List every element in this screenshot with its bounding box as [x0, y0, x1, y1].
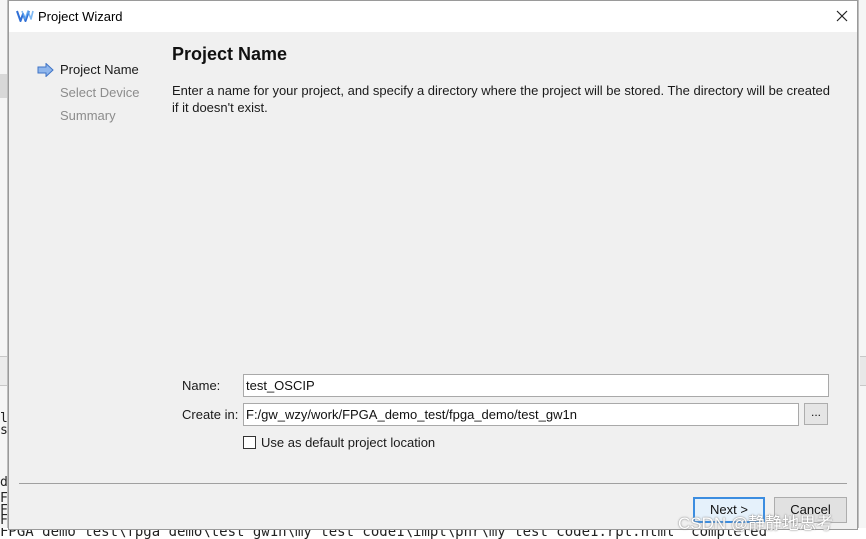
name-label: Name:	[182, 378, 221, 393]
gowin-logo-icon	[16, 10, 34, 22]
background-text-fragment: d	[0, 475, 8, 490]
dialog-title: Project Wizard	[38, 9, 123, 24]
browse-button[interactable]: ...	[804, 403, 828, 425]
step-label: Summary	[60, 108, 116, 123]
background-app-right-edge	[858, 0, 866, 539]
step-label: Project Name	[60, 62, 139, 77]
background-text-fragment: s	[0, 423, 8, 438]
wizard-steps: Project Name Select Device Summary	[37, 61, 167, 130]
default-location-checkbox[interactable]	[243, 436, 256, 449]
page-title: Project Name	[172, 44, 288, 64]
create-in-input[interactable]: F:/gw_wzy/work/FPGA_demo_test/fpga_demo/…	[243, 403, 799, 426]
background-panel-block	[0, 74, 7, 98]
screen: l s d F F F FPGA_demo_test\fpga_demo\tes…	[0, 0, 866, 539]
step-summary: Summary	[37, 107, 167, 130]
close-button[interactable]	[827, 1, 857, 31]
background-text-fragment: F	[0, 513, 8, 528]
background-panel-block	[0, 356, 7, 386]
step-select-device: Select Device	[37, 84, 167, 107]
default-location-label[interactable]: Use as default project location	[261, 435, 435, 450]
project-name-input[interactable]: test_OSCIP	[243, 374, 829, 397]
background-panel-block	[860, 356, 866, 386]
close-icon	[836, 10, 848, 22]
project-wizard-dialog: Project Wizard Project Name Select Devic…	[8, 0, 858, 530]
step-project-name: Project Name	[37, 61, 167, 84]
current-step-arrow-icon	[37, 63, 54, 77]
create-in-label: Create in:	[182, 407, 239, 422]
footer-divider	[19, 483, 847, 484]
background-app-left-edge	[0, 0, 8, 539]
step-label: Select Device	[60, 85, 140, 100]
csdn-watermark: CSDN @静静地思考	[678, 514, 834, 533]
dialog-titlebar[interactable]: Project Wizard	[9, 1, 857, 32]
page-description: Enter a name for your project, and speci…	[172, 83, 831, 115]
